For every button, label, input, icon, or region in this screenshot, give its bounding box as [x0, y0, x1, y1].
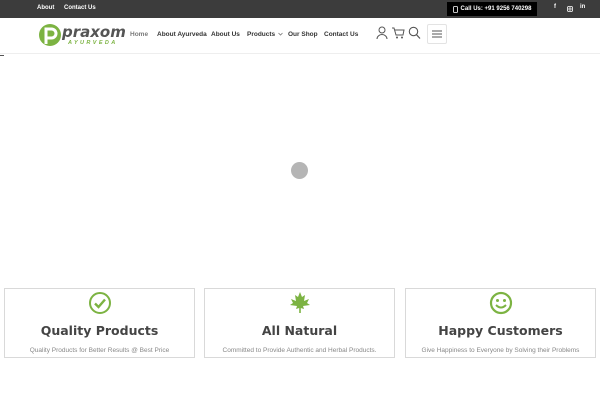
- main-header: praxom AYURVEDA Home About Ayurveda Abou…: [0, 18, 600, 54]
- top-link-contact[interactable]: Contact Us: [64, 5, 96, 11]
- loading-spinner: [291, 162, 308, 179]
- nav-about-ayurveda[interactable]: About Ayurveda: [157, 31, 207, 38]
- search-icon[interactable]: [408, 26, 421, 40]
- feature-card-customers: Happy Customers Give Happiness to Everyo…: [405, 288, 596, 358]
- logo-p-icon: [39, 24, 61, 46]
- feature-description: Quality Products for Better Results @ Be…: [29, 347, 170, 354]
- top-link-about[interactable]: About: [37, 5, 54, 11]
- feature-description: Committed to Provide Authentic and Herba…: [222, 347, 377, 354]
- feature-title: Quality Products: [40, 323, 159, 338]
- feature-description: Give Happiness to Everyone by Solving th…: [421, 347, 580, 354]
- check-circle-icon: [88, 292, 111, 314]
- instagram-icon[interactable]: [567, 6, 573, 12]
- nav-about-us[interactable]: About Us: [211, 31, 240, 38]
- top-bar: About Contact Us Call Us: +91 9256 74029…: [0, 0, 600, 18]
- cart-icon[interactable]: [391, 26, 405, 40]
- call-us-label: Call Us: +91 9256 740298: [460, 6, 532, 12]
- nav-products-label: Products: [247, 31, 276, 38]
- call-us-button[interactable]: Call Us: +91 9256 740298: [447, 2, 537, 16]
- feature-title: Happy Customers: [438, 323, 563, 338]
- logo-text: praxom: [62, 23, 126, 41]
- chevron-down-icon: [278, 32, 283, 36]
- menu-toggle-button[interactable]: [427, 24, 447, 44]
- feature-title: All Natural: [261, 323, 338, 338]
- praxom-logo[interactable]: praxom AYURVEDA: [38, 23, 128, 51]
- nav-our-shop[interactable]: Our Shop: [288, 31, 318, 38]
- leaf-icon: [289, 292, 310, 313]
- nav-products[interactable]: Products: [247, 31, 283, 38]
- nav-home[interactable]: Home: [130, 31, 148, 38]
- hamburger-icon: [432, 30, 442, 38]
- logo-subtext: AYURVEDA: [68, 40, 118, 46]
- linkedin-icon[interactable]: in: [580, 4, 585, 10]
- feature-card-natural: All Natural Committed to Provide Authent…: [204, 288, 395, 358]
- feature-card-quality: Quality Products Quality Products for Be…: [4, 288, 195, 358]
- phone-icon: [452, 5, 458, 13]
- divider-mark: [0, 55, 4, 56]
- smile-icon: [489, 291, 512, 315]
- user-icon[interactable]: [376, 26, 388, 40]
- nav-contact-us[interactable]: Contact Us: [324, 31, 358, 38]
- facebook-icon[interactable]: f: [554, 4, 556, 10]
